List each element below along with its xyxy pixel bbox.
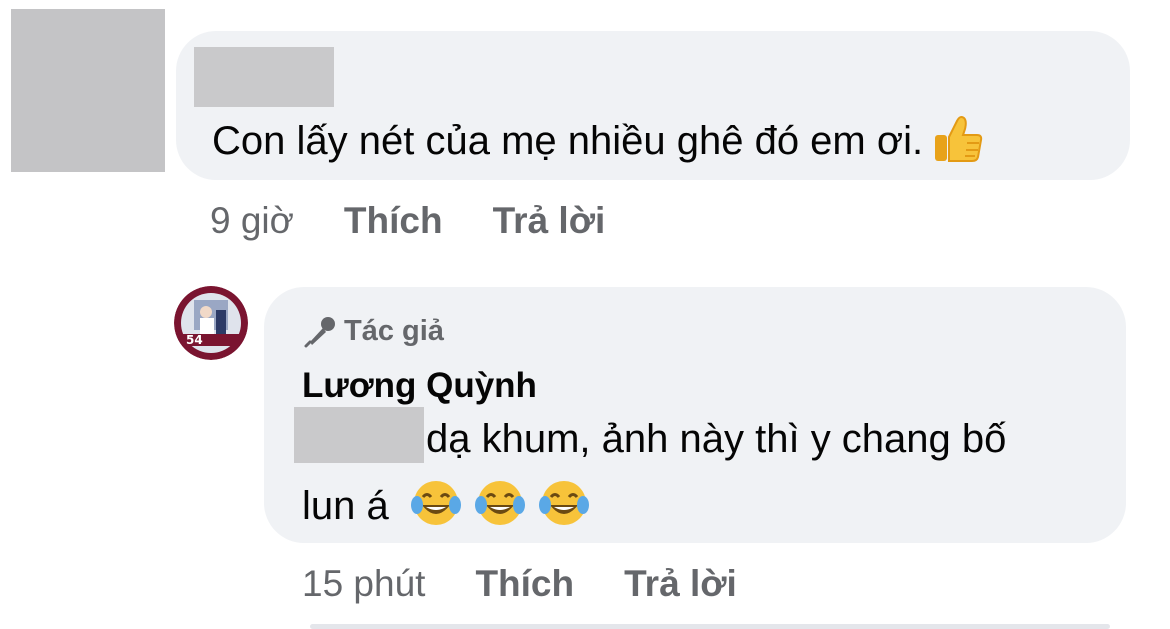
reply-text-line1: dạ khum, ảnh này thì y chang bố <box>426 417 1007 461</box>
avatar-badge-number: 54 <box>186 333 203 347</box>
like-button[interactable]: Thích <box>475 563 574 604</box>
reply-button[interactable]: Trả lời <box>493 200 606 241</box>
comment-bubble: Con lấy nét của mẹ nhiều ghê đó em ơi. <box>176 31 1130 180</box>
reply-actions: 15 phút Thích Trả lời <box>302 562 737 606</box>
reply-text-line2-content: lun á <box>302 484 389 529</box>
next-comment-edge <box>310 624 1110 629</box>
comment-text-content: Con lấy nét của mẹ nhiều ghê đó em ơi. <box>212 119 924 164</box>
microphone-icon <box>304 317 335 348</box>
tagged-name-redacted[interactable] <box>294 407 424 463</box>
thumbs-up-icon <box>931 111 985 176</box>
author-badge-label: Tác giả <box>344 315 444 347</box>
reply-timestamp: 15 phút <box>302 563 426 604</box>
reply-button[interactable]: Trả lời <box>624 563 737 604</box>
tears-of-joy-icon <box>536 475 592 542</box>
like-button[interactable]: Thích <box>344 200 443 241</box>
comment-actions: 9 giờ Thích Trả lời <box>210 199 605 243</box>
comment-timestamp: 9 giờ <box>210 200 294 241</box>
tears-of-joy-icon <box>408 475 464 542</box>
author-avatar[interactable]: 54 <box>174 286 248 360</box>
commenter-name-redacted[interactable] <box>194 47 334 107</box>
author-name[interactable]: Lương Quỳnh <box>302 365 537 407</box>
author-badge: Tác giả <box>302 313 444 350</box>
comment-text: Con lấy nét của mẹ nhiều ghê đó em ơi. <box>212 111 985 176</box>
reply-text-line2: lun á <box>302 475 592 542</box>
tears-of-joy-icon <box>472 475 528 542</box>
commenter-avatar-redacted[interactable] <box>11 9 165 172</box>
reply-bubble: Tác giả Lương Quỳnh dạ khum, ảnh này thì… <box>264 287 1126 543</box>
